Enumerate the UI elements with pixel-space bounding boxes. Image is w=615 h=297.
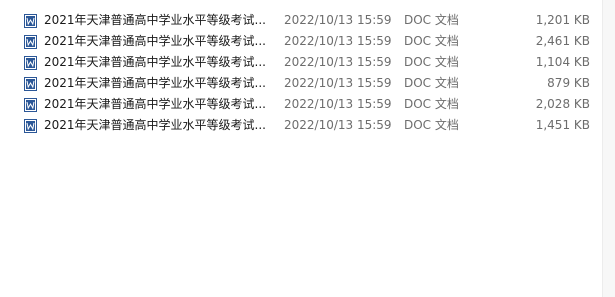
vertical-scrollbar[interactable] <box>602 0 615 297</box>
file-type: DOC 文档 <box>404 97 459 111</box>
file-size: 1,201 KB <box>535 13 590 27</box>
file-date: 2022/10/13 15:59 <box>284 97 392 111</box>
file-row[interactable]: 2021年天津普通高中学业水平等级考试... 2022/10/13 15:59 … <box>20 94 600 115</box>
word-document-icon <box>24 35 37 49</box>
file-size: 2,028 KB <box>535 97 590 111</box>
file-row[interactable]: 2021年天津普通高中学业水平等级考试... 2022/10/13 15:59 … <box>20 115 600 136</box>
file-type: DOC 文档 <box>404 55 459 69</box>
file-type: DOC 文档 <box>404 34 459 48</box>
word-document-icon <box>24 119 37 133</box>
file-type: DOC 文档 <box>404 118 459 132</box>
file-list: 2021年天津普通高中学业水平等级考试... 2022/10/13 15:59 … <box>0 0 602 297</box>
word-document-icon <box>24 77 37 91</box>
file-type: DOC 文档 <box>404 76 459 90</box>
file-date: 2022/10/13 15:59 <box>284 34 392 48</box>
file-name: 2021年天津普通高中学业水平等级考试... <box>44 97 266 111</box>
file-name: 2021年天津普通高中学业水平等级考试... <box>44 76 266 90</box>
file-name: 2021年天津普通高中学业水平等级考试... <box>44 13 266 27</box>
file-date: 2022/10/13 15:59 <box>284 13 392 27</box>
file-size: 2,461 KB <box>535 34 590 48</box>
file-date: 2022/10/13 15:59 <box>284 76 392 90</box>
word-document-icon <box>24 98 37 112</box>
file-type: DOC 文档 <box>404 13 459 27</box>
file-name: 2021年天津普通高中学业水平等级考试... <box>44 34 266 48</box>
file-size: 879 KB <box>547 76 590 90</box>
file-date: 2022/10/13 15:59 <box>284 55 392 69</box>
word-document-icon <box>24 56 37 70</box>
file-size: 1,104 KB <box>535 55 590 69</box>
file-row[interactable]: 2021年天津普通高中学业水平等级考试... 2022/10/13 15:59 … <box>20 31 600 52</box>
file-date: 2022/10/13 15:59 <box>284 118 392 132</box>
file-name: 2021年天津普通高中学业水平等级考试... <box>44 55 266 69</box>
file-name: 2021年天津普通高中学业水平等级考试... <box>44 118 266 132</box>
file-row[interactable]: 2021年天津普通高中学业水平等级考试... 2022/10/13 15:59 … <box>20 52 600 73</box>
file-row[interactable]: 2021年天津普通高中学业水平等级考试... 2022/10/13 15:59 … <box>20 10 600 31</box>
file-row[interactable]: 2021年天津普通高中学业水平等级考试... 2022/10/13 15:59 … <box>20 73 600 94</box>
file-size: 1,451 KB <box>535 118 590 132</box>
word-document-icon <box>24 14 37 28</box>
